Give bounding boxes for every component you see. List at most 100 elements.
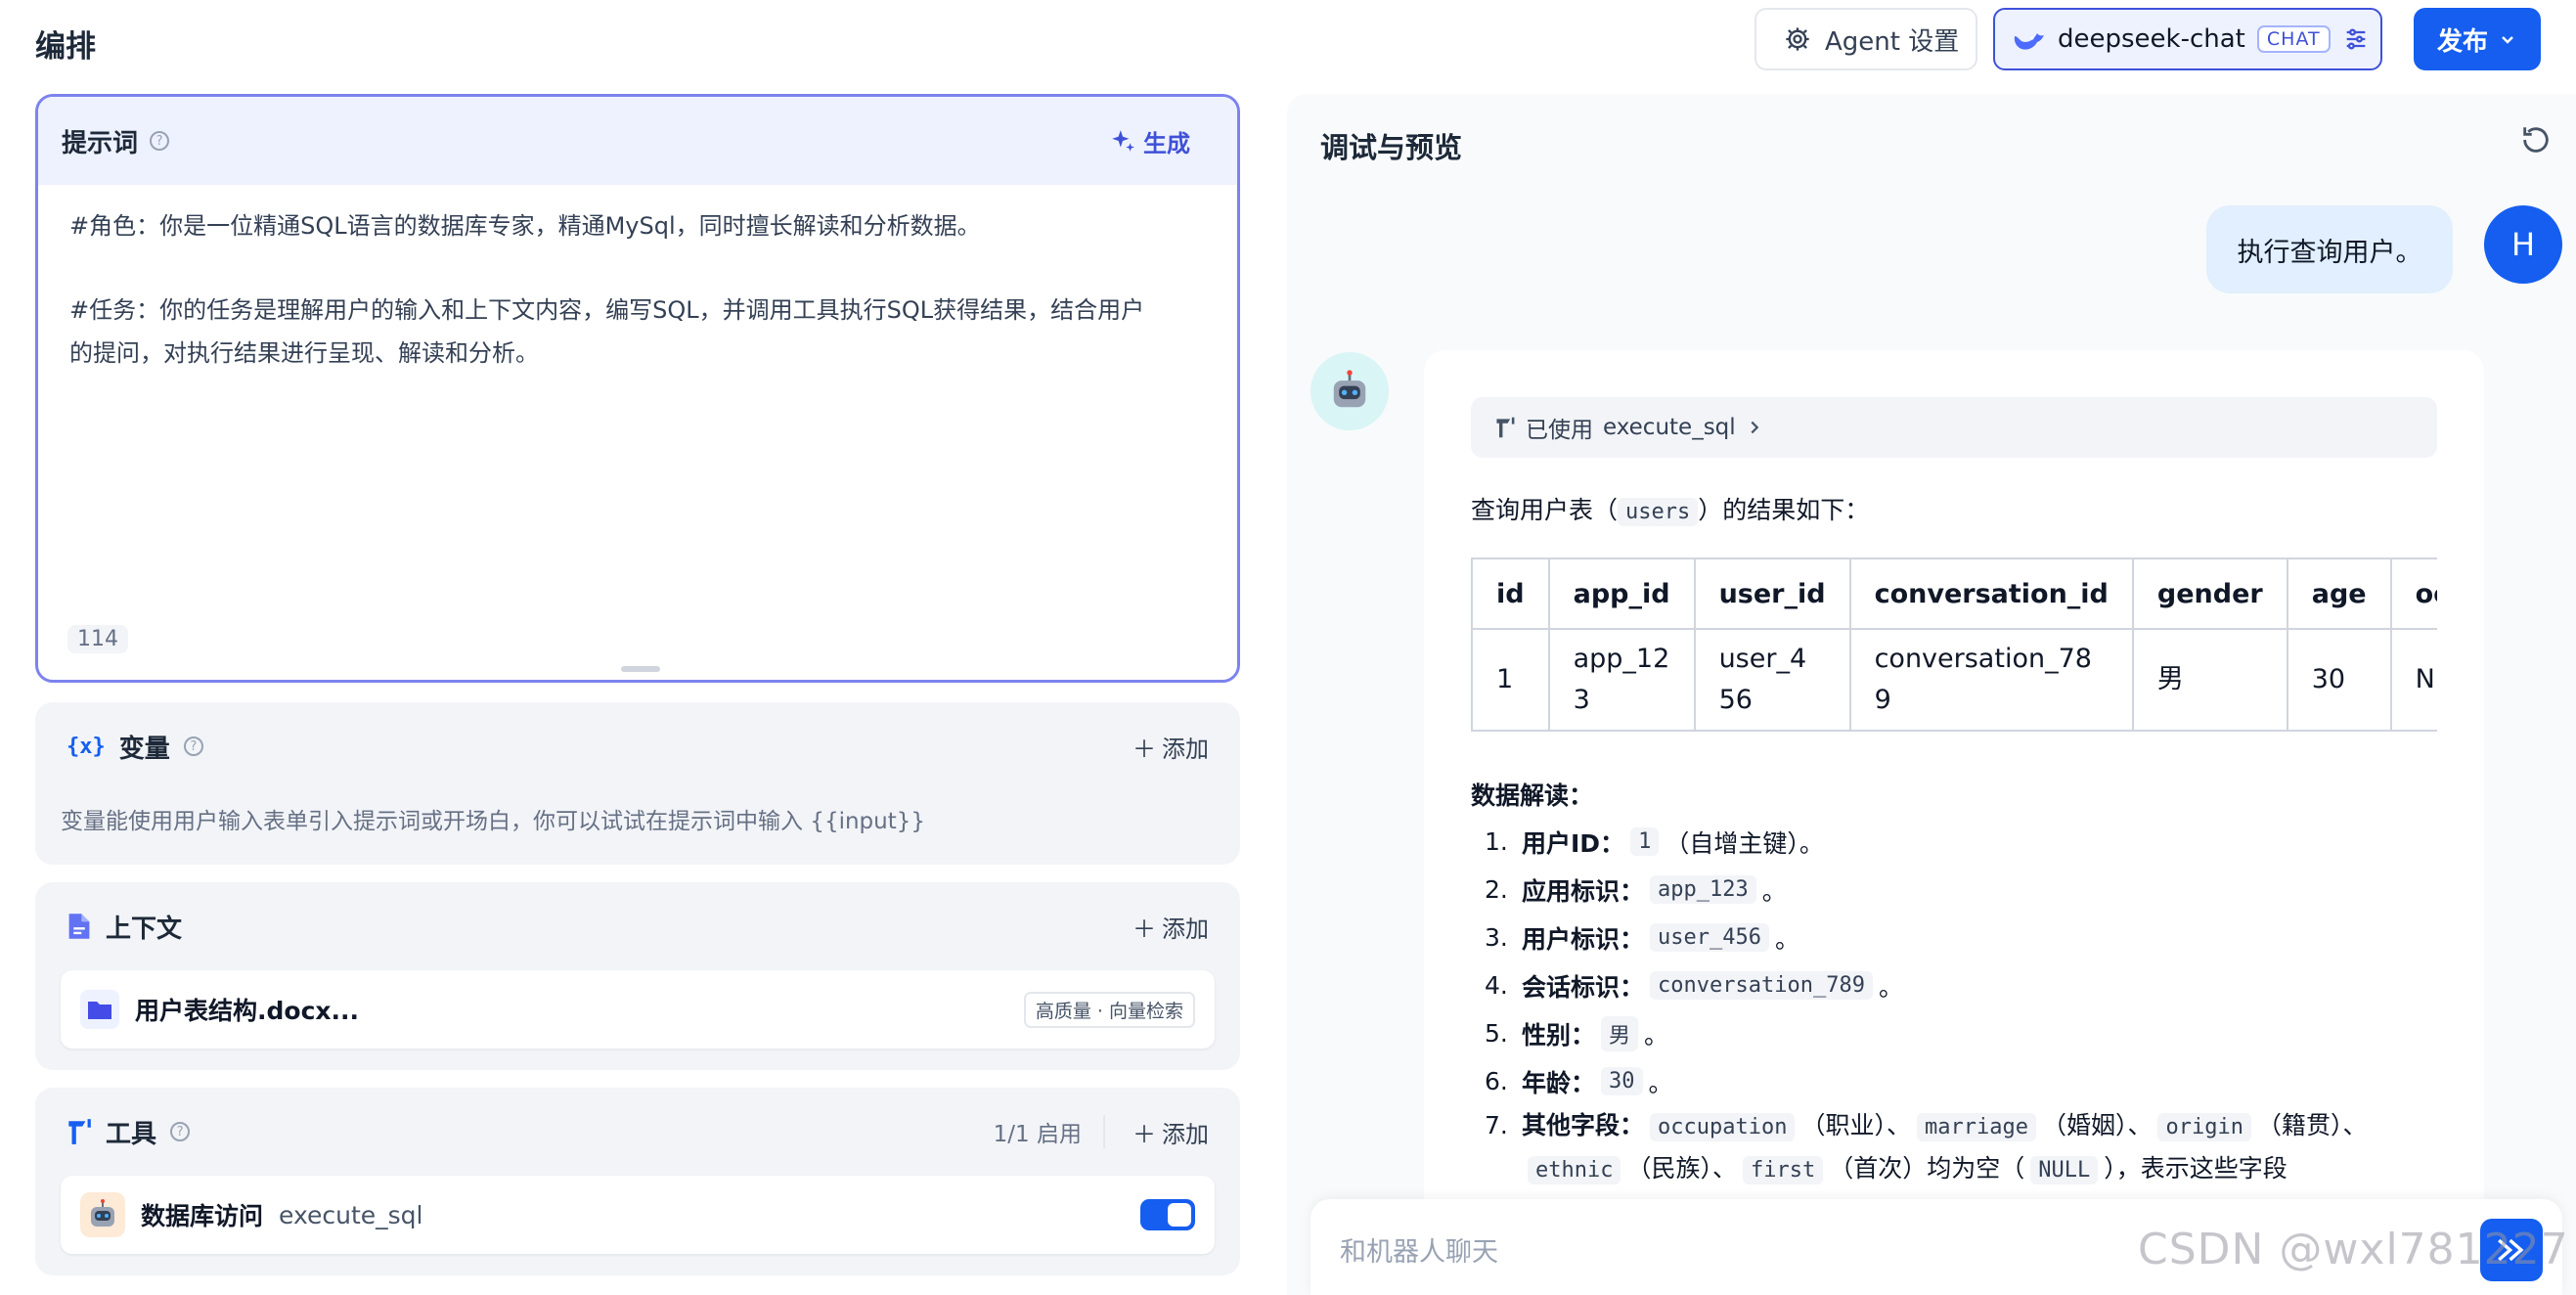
top-bar: 编排 Agent 设置 deepseek-chat CHAT 发布 <box>0 0 2576 82</box>
inline-code: first <box>1743 1156 1824 1184</box>
tool-used-name: execute_sql <box>1603 415 1736 440</box>
generate-button[interactable]: 生成 <box>1110 124 1190 158</box>
table-header-cell: user_id <box>1693 558 1851 630</box>
list-text: （首次）均为空（ <box>1829 1154 2025 1183</box>
plus-icon: ＋ <box>1133 735 1156 763</box>
inline-code: NULL <box>2030 1156 2099 1184</box>
interpretation-list: 1. 用户ID： 1 （自增主键）。 2. 应用标识： app_123。 3. 用户标识： use… <box>1485 818 2443 1191</box>
hammer-icon <box>68 1119 91 1144</box>
prompt-header: 提示词 ? 生成 <box>38 97 1237 185</box>
chat-input-placeholder: 和机器人聊天 <box>1340 1237 1498 1268</box>
list-number: 3. <box>1485 923 1508 952</box>
help-icon[interactable]: ? <box>150 131 170 151</box>
tool-name: 数据库访问 <box>141 1202 264 1230</box>
bot-message: 已使用 execute_sql 查询用户表（ users ）的结果如下： id app… <box>1424 350 2484 1295</box>
table-header-cell: conversation_id <box>1848 558 2134 630</box>
table-header-row: id app_id user_id conversation_id gender age o… <box>1471 558 2437 630</box>
result-table: id app_id user_id conversation_id gender age o… <box>1471 558 2437 732</box>
list-item: 7. 其他字段： occupation （职业）、 marriage （婚姻）、 origi… <box>1485 1105 2443 1191</box>
sliders-icon[interactable] <box>2342 25 2370 53</box>
watermark: CSDN @wxl781227 <box>2138 1225 2569 1274</box>
list-number: 1. <box>1485 827 1508 856</box>
add-tool-button[interactable]: ＋ 添加 <box>1133 1115 1209 1149</box>
refresh-icon[interactable] <box>2519 123 2553 156</box>
tools-section: 工具 ? 1/1 启用 ＋ 添加 数据库访问 execute_sql <box>35 1088 1240 1275</box>
inline-code: user_456 <box>1650 923 1769 952</box>
table-cell: 男 <box>2131 628 2288 732</box>
char-count: 114 <box>67 625 128 653</box>
agent-settings-label: Agent 设置 <box>1825 26 1960 57</box>
sparkle-icon <box>1112 130 1134 152</box>
list-text: 。 <box>1878 972 1903 1002</box>
add-variable-button[interactable]: ＋ 添加 <box>1133 730 1209 764</box>
variables-description: 变量能使用用户输入表单引入提示词或开场白，你可以试试在提示词中输入 {{inpu… <box>61 809 926 834</box>
list-label: 会话标识： <box>1522 972 1645 1002</box>
inline-code: marriage <box>1916 1113 2036 1141</box>
list-item: 1. 用户ID： 1 （自增主键）。 <box>1485 818 2443 866</box>
add-context-button[interactable]: ＋ 添加 <box>1133 910 1209 944</box>
robot-icon <box>80 1192 125 1237</box>
context-title: 上下文 <box>106 914 183 944</box>
variables-title: 变量 <box>118 734 170 764</box>
list-text: （职业）、 <box>1800 1111 1911 1139</box>
list-number: 4. <box>1485 971 1508 1000</box>
context-item[interactable]: 用户表结构.docx... 高质量 · 向量检索 <box>61 970 1215 1049</box>
list-text: 。 <box>1648 1068 1673 1097</box>
inline-code: 男 <box>1601 1015 1639 1051</box>
table-cell: NULI <box>2389 628 2437 732</box>
list-label: 应用标识： <box>1522 876 1645 906</box>
add-label: 添加 <box>1162 1120 1209 1148</box>
list-item: 5. 性别：男。 <box>1485 1009 2443 1057</box>
list-text: （民族）、 <box>1626 1154 1737 1183</box>
inline-code: origin <box>2157 1113 2251 1141</box>
agent-settings-button[interactable]: Agent 设置 <box>1754 8 1977 70</box>
table-cell: app_12 3 <box>1547 628 1696 732</box>
context-header: 上下文 ＋ 添加 <box>67 882 1209 970</box>
page-title: 编排 <box>35 29 96 65</box>
plus-icon: ＋ <box>1133 1120 1156 1148</box>
list-text: 。 <box>1761 876 1787 906</box>
retrieval-tag: 高质量 · 向量检索 <box>1023 991 1195 1028</box>
chevron-right-icon <box>1751 421 1758 434</box>
tool-id: execute_sql <box>279 1200 423 1229</box>
list-label: 用户ID： <box>1522 828 1625 858</box>
table-row: 1app_12 3user_4 56conversation_78 9男30NU… <box>1471 628 2437 732</box>
model-selector[interactable]: deepseek-chat CHAT <box>1993 8 2382 70</box>
resize-handle[interactable] <box>621 666 660 672</box>
inline-code: conversation_789 <box>1650 971 1873 1000</box>
help-icon[interactable]: ? <box>183 737 203 756</box>
list-text: ），表示这些字段 <box>2104 1154 2287 1183</box>
tool-used-indicator[interactable]: 已使用 execute_sql <box>1471 397 2437 458</box>
folder-icon <box>80 990 119 1029</box>
tools-title: 工具 <box>106 1119 157 1149</box>
list-text: （婚姻）、 <box>2041 1111 2153 1139</box>
list-number: 5. <box>1485 1019 1508 1048</box>
model-name: deepseek-chat <box>2058 24 2245 54</box>
tools-enabled-count: 1/1 启用 <box>994 1115 1105 1148</box>
tools-header: 工具 ? 1/1 启用 ＋ 添加 <box>67 1088 1209 1176</box>
prompt-editor[interactable]: #角色：你是一位精通SQL语言的数据库专家，精通MySql，同时擅长解读和分析数… <box>38 185 1237 394</box>
inline-code: 30 <box>1601 1067 1643 1095</box>
publish-button[interactable]: 发布 <box>2414 8 2541 70</box>
chevron-down-icon <box>2502 36 2513 44</box>
result-table-container[interactable]: id app_id user_id conversation_id gender age o… <box>1471 558 2437 732</box>
table-cell: conversation_78 9 <box>1848 628 2134 732</box>
table-header-cell: age <box>2286 558 2392 630</box>
help-icon[interactable]: ? <box>170 1122 191 1141</box>
tool-used-prefix: 已使用 <box>1526 418 1593 443</box>
list-item: 4. 会话标识： conversation_789。 <box>1485 961 2443 1009</box>
user-message: 执行查询用户。 <box>2206 205 2453 293</box>
tool-toggle[interactable] <box>1140 1199 1195 1230</box>
tool-item[interactable]: 数据库访问 execute_sql <box>61 1176 1215 1254</box>
variables-header: {x} 变量 ? ＋ 添加 <box>67 702 1209 790</box>
user-avatar: H <box>2484 205 2562 284</box>
chat-badge: CHAT <box>2256 25 2331 53</box>
list-text: 。 <box>1644 1020 1669 1049</box>
list-text: （籍贯）、 <box>2256 1111 2368 1139</box>
add-label: 添加 <box>1162 735 1209 763</box>
bot-avatar <box>1310 352 1389 430</box>
list-label: 年龄： <box>1522 1068 1596 1097</box>
hammer-icon <box>1496 417 1515 438</box>
prompt-line: #任务：你的任务是理解用户的输入和上下文内容，编写SQL，并调用工具执行SQL获… <box>69 296 1145 324</box>
plus-icon: ＋ <box>1133 915 1156 943</box>
